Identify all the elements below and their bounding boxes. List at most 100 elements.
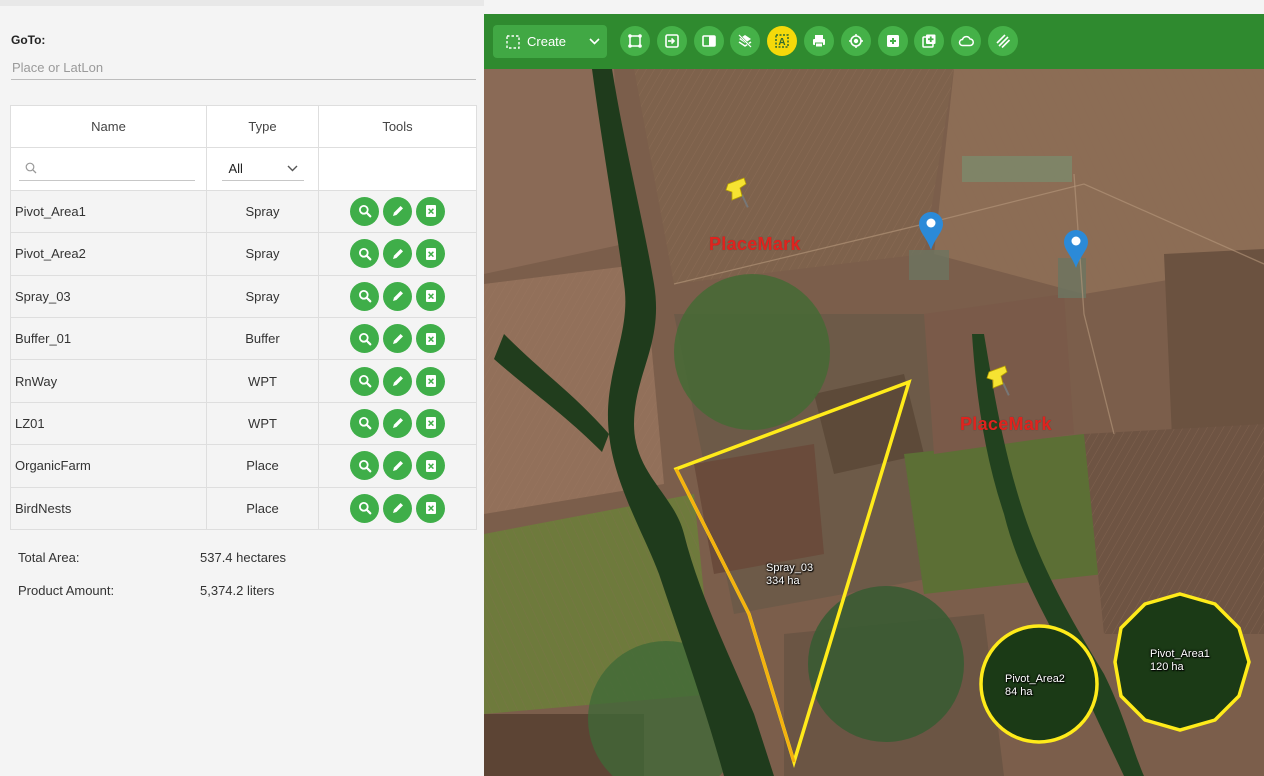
edit-button[interactable]: [383, 281, 412, 311]
pivot-area1-label: Pivot_Area1 120 ha: [1150, 648, 1210, 674]
placemark-label-1: PlaceMark: [709, 234, 801, 254]
delete-icon: [425, 459, 436, 472]
cloud-icon: [959, 35, 975, 47]
table-row[interactable]: OrganicFarm Place: [10, 444, 477, 488]
zoom-button[interactable]: [350, 281, 379, 311]
edit-button[interactable]: [383, 324, 412, 354]
delete-button[interactable]: [416, 408, 445, 438]
edit-button[interactable]: [383, 366, 412, 396]
pivot-area1-name: Pivot_Area1: [1150, 648, 1210, 660]
delete-button[interactable]: [416, 239, 445, 269]
import-tool-button[interactable]: [656, 26, 687, 56]
total-area-value: 537.4 hectares: [200, 550, 287, 565]
row-tools-group: [319, 366, 476, 396]
row-tools: [318, 486, 477, 530]
hatch-tool-button[interactable]: [988, 26, 1018, 56]
print-icon: [813, 35, 825, 48]
edit-button[interactable]: [383, 239, 412, 269]
label-icon: A: [775, 34, 789, 48]
header-tools: Tools: [318, 104, 477, 149]
row-name: Spray_03: [10, 274, 207, 318]
layers-tool-button[interactable]: [730, 26, 761, 56]
zoom-button[interactable]: [350, 408, 379, 438]
delete-button[interactable]: [416, 451, 445, 481]
delete-button[interactable]: [416, 366, 445, 396]
layers-icon: [738, 34, 753, 48]
pivot-area2-area: 84 ha: [1005, 686, 1033, 698]
spray-03-label: Spray_03 334 ha: [766, 562, 813, 588]
zoom-icon: [358, 417, 371, 430]
row-tools-group: [319, 239, 476, 269]
edit-button[interactable]: [383, 493, 412, 523]
type-filter-select[interactable]: All: [221, 157, 304, 182]
zoom-icon: [358, 502, 371, 515]
table-row[interactable]: Pivot_Area2 Spray: [10, 232, 477, 276]
create-dropdown-button[interactable]: Create: [493, 25, 607, 58]
edit-icon: [392, 376, 403, 387]
panel-tool-button[interactable]: [693, 26, 724, 56]
delete-button[interactable]: [416, 281, 445, 311]
locate-tool-button[interactable]: [840, 26, 871, 56]
row-type: Spray: [206, 274, 319, 318]
map-imagery: [484, 14, 1264, 776]
select-tool-button[interactable]: [620, 26, 650, 56]
print-tool-button[interactable]: [804, 26, 834, 56]
pivot-area2-name: Pivot_Area2: [1005, 673, 1065, 685]
row-name: Buffer_01: [10, 316, 207, 361]
label-tool-button[interactable]: A: [767, 26, 798, 56]
panel-icon: [701, 35, 716, 47]
row-type: WPT: [206, 401, 319, 446]
row-tools-group: [319, 281, 476, 311]
zoom-button[interactable]: [350, 366, 379, 396]
zoom-button[interactable]: [350, 493, 379, 523]
table-row[interactable]: BirdNests Place: [10, 486, 477, 530]
delete-icon: [425, 290, 436, 303]
spray-03-name: Spray_03: [766, 562, 814, 574]
name-filter[interactable]: [19, 157, 195, 182]
edit-button[interactable]: [383, 408, 412, 438]
table-row[interactable]: Pivot_Area1 Spray: [10, 189, 477, 234]
delete-button[interactable]: [416, 196, 445, 226]
table-row[interactable]: Spray_03 Spray: [10, 274, 477, 318]
add-tool-button[interactable]: [877, 26, 908, 56]
pivot-area2-label: Pivot_Area2 84 ha: [1005, 673, 1065, 699]
draw-area-icon: [506, 34, 520, 49]
zoom-button[interactable]: [350, 324, 379, 354]
name-filter-input[interactable]: [43, 159, 191, 180]
zoom-button[interactable]: [350, 196, 379, 226]
add-layer-tool-button[interactable]: [914, 26, 945, 56]
product-amount-row: Product Amount: 5,374.2 liters: [18, 583, 274, 598]
zoom-button[interactable]: [350, 451, 379, 481]
row-tools-group: [319, 493, 476, 523]
zoom-button[interactable]: [350, 239, 379, 269]
row-name: OrganicFarm: [10, 444, 207, 488]
add-icon: [886, 35, 899, 47]
row-tools-group: [319, 324, 476, 354]
row-tools-group: [319, 408, 476, 438]
row-tools-group: [319, 451, 476, 481]
edit-button[interactable]: [383, 196, 412, 226]
zoom-icon: [358, 205, 371, 218]
goto-input[interactable]: [11, 56, 476, 80]
cloud-tool-button[interactable]: [951, 26, 982, 56]
delete-button[interactable]: [416, 324, 445, 354]
table-row[interactable]: Buffer_01 Buffer: [10, 316, 477, 361]
delete-icon: [425, 417, 436, 430]
row-name: BirdNests: [10, 486, 207, 530]
delete-button[interactable]: [416, 493, 445, 523]
edit-icon: [392, 333, 403, 344]
select-icon: [628, 34, 642, 48]
zoom-icon: [358, 459, 371, 473]
edit-button[interactable]: [383, 451, 412, 481]
zoom-icon: [358, 290, 371, 303]
table-row[interactable]: LZ01 WPT: [10, 401, 477, 446]
row-tools: [318, 359, 477, 403]
import-icon: [664, 34, 679, 48]
satellite-map[interactable]: PlaceMark PlaceMark Spray_03 334 ha Pivo…: [484, 14, 1264, 776]
header-name[interactable]: Name: [10, 104, 207, 149]
zoom-icon: [358, 247, 371, 261]
table-row[interactable]: RnWay WPT: [10, 359, 477, 403]
pivot-area1-area: 120 ha: [1150, 661, 1184, 673]
placemark-label-2: PlaceMark: [960, 414, 1052, 434]
header-type[interactable]: Type: [206, 104, 319, 149]
